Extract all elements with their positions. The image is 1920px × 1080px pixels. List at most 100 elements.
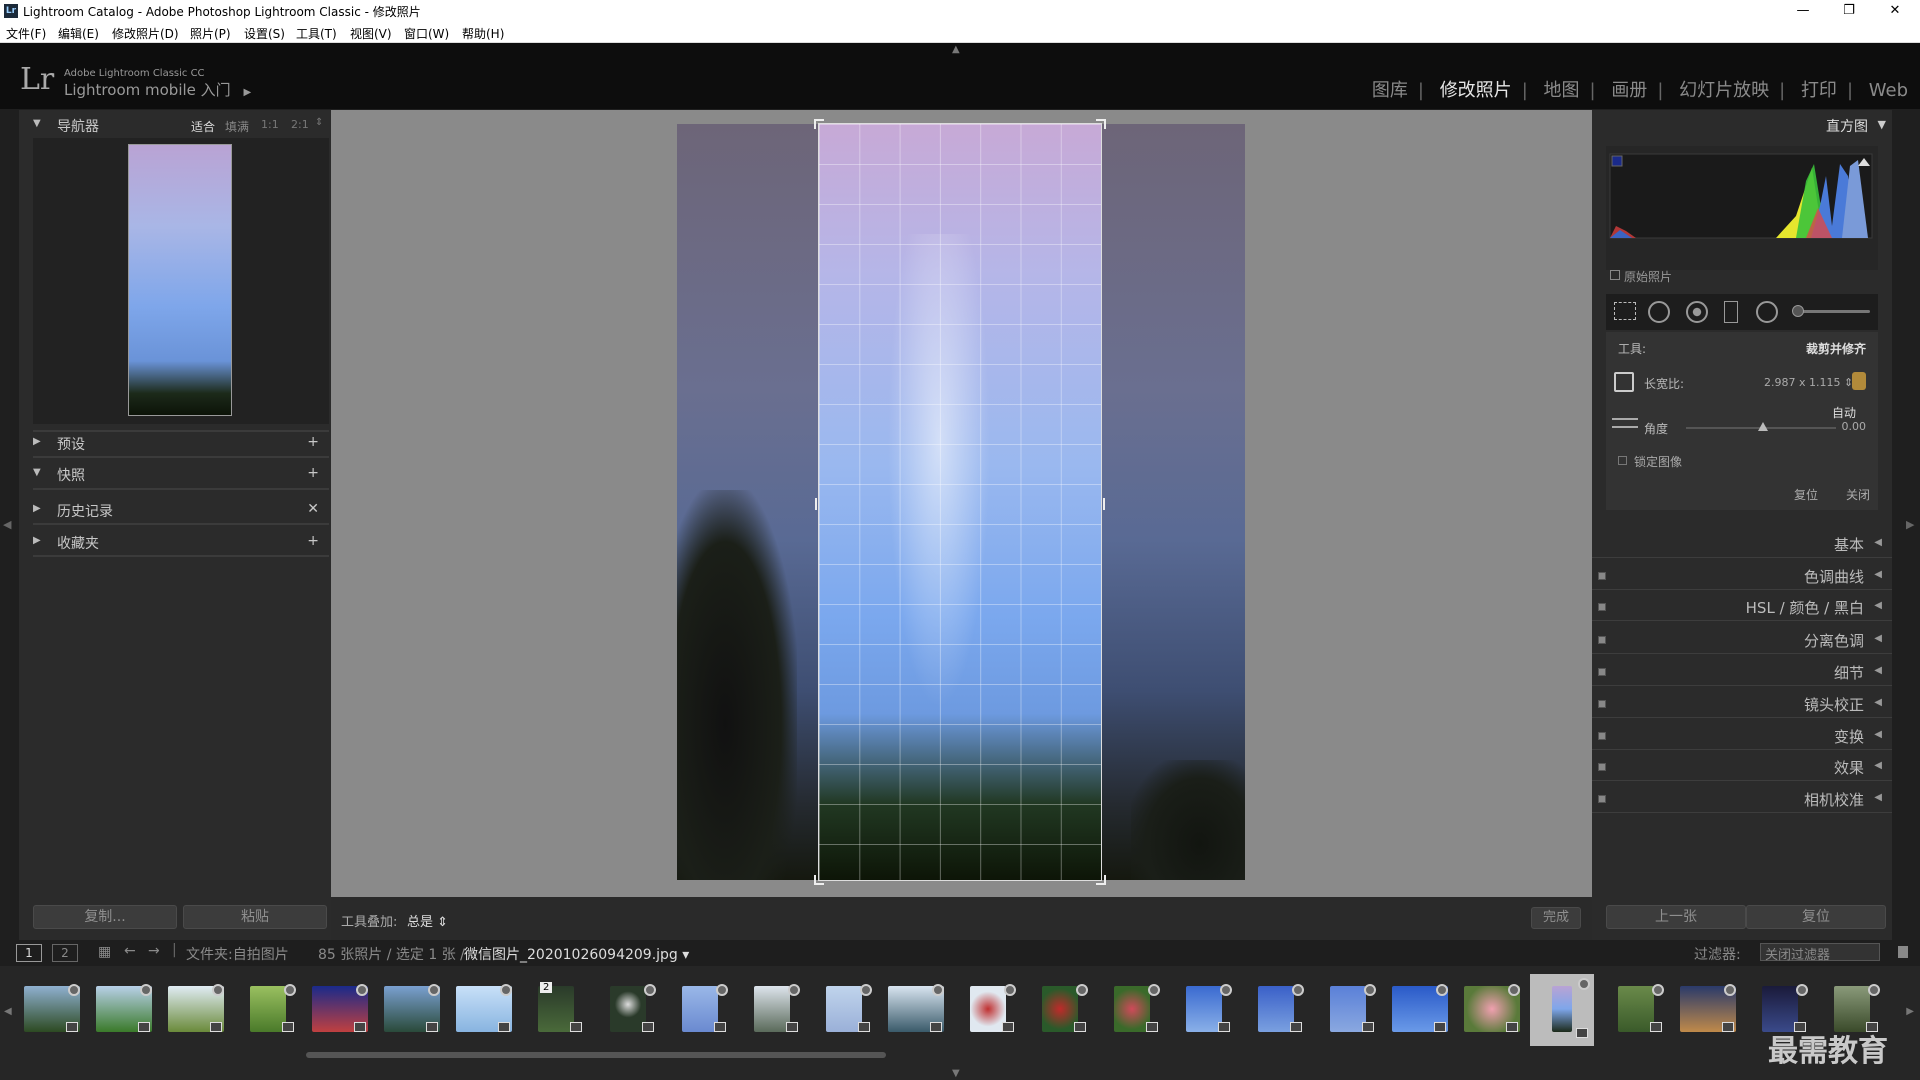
spot-removal-tool-icon[interactable] (1648, 301, 1670, 323)
close-window-button[interactable]: ✕ (1872, 0, 1918, 22)
left-panel-toggle-icon[interactable]: ◀ (3, 518, 11, 531)
menu-photo[interactable]: 照片(P) (190, 25, 231, 42)
graduated-filter-icon[interactable] (1724, 301, 1738, 323)
collections-header[interactable]: ▶ 收藏夹 + (19, 529, 331, 555)
menu-settings[interactable]: 设置(S) (244, 25, 285, 42)
secondary-window-button[interactable]: 2 (52, 944, 78, 962)
minimize-button[interactable]: — (1780, 0, 1826, 22)
menu-edit[interactable]: 编辑(E) (58, 25, 99, 42)
aspect-value-select[interactable]: 2.987 x 1.115 ⇕ (1764, 376, 1853, 389)
crop-handle-tr[interactable] (1096, 119, 1106, 129)
film-thumb[interactable] (1748, 980, 1812, 1040)
lock-image-checkbox[interactable] (1618, 456, 1627, 465)
module-print[interactable]: 打印 (1801, 80, 1837, 101)
zoom-2-1[interactable]: 2:1 (291, 118, 309, 131)
film-thumb[interactable] (740, 980, 804, 1040)
histogram[interactable] (1606, 146, 1878, 270)
film-thumb[interactable] (1388, 980, 1452, 1040)
top-panel-toggle-icon[interactable]: ▲ (952, 44, 960, 55)
folder-path[interactable]: 文件夹:自拍图片 (186, 944, 289, 964)
film-thumb[interactable] (1028, 980, 1092, 1040)
filter-lock-icon[interactable] (1898, 946, 1908, 958)
straighten-tool-icon[interactable] (1612, 418, 1638, 428)
crop-overlay-tool-icon[interactable] (1614, 302, 1636, 320)
film-thumb[interactable] (1244, 980, 1308, 1040)
section-split-toning[interactable]: 分离色调 ◀ (1592, 624, 1892, 654)
snapshots-header[interactable]: ▼ 快照 + (19, 461, 331, 487)
crop-frame-tool-icon[interactable] (1614, 372, 1634, 392)
film-thumb-stack[interactable]: 2 (524, 980, 588, 1040)
image-canvas[interactable] (331, 110, 1592, 897)
reset-all-button[interactable]: 复位 (1746, 905, 1886, 929)
section-toggle-switch[interactable] (1598, 700, 1606, 708)
section-transform[interactable]: 变换 ◀ (1592, 720, 1892, 750)
film-thumb[interactable] (236, 980, 300, 1040)
restore-button[interactable]: ❐ (1826, 0, 1872, 22)
crop-handle-br[interactable] (1096, 875, 1106, 885)
section-toggle-switch[interactable] (1598, 603, 1606, 611)
module-slideshow[interactable]: 幻灯片放映 (1679, 80, 1769, 101)
film-thumb[interactable] (20, 980, 84, 1040)
radial-filter-icon[interactable] (1756, 301, 1778, 323)
menu-window[interactable]: 窗口(W) (404, 25, 449, 42)
clear-history-icon[interactable]: ✕ (307, 501, 319, 517)
menu-file[interactable]: 文件(F) (6, 25, 46, 42)
add-snapshot-icon[interactable]: + (307, 465, 319, 481)
add-preset-icon[interactable]: + (307, 434, 319, 450)
film-thumb[interactable] (92, 980, 156, 1040)
crop-handle-bl[interactable] (814, 875, 824, 885)
section-basic[interactable]: 基本 ◀ (1592, 528, 1892, 558)
section-effects[interactable]: 效果 ◀ (1592, 751, 1892, 781)
angle-slider[interactable] (1686, 422, 1836, 431)
crop-reset-button[interactable]: 复位 (1794, 486, 1818, 503)
module-library[interactable]: 图库 (1372, 80, 1408, 101)
film-thumb-selected[interactable] (1530, 974, 1594, 1046)
film-thumb[interactable] (884, 980, 948, 1040)
section-toggle-switch[interactable] (1598, 636, 1606, 644)
right-panel-toggle-icon[interactable]: ▶ (1906, 518, 1914, 531)
histogram-collapse-icon[interactable]: ▼ (1878, 118, 1886, 131)
film-thumb[interactable] (1460, 980, 1524, 1040)
zoom-fit[interactable]: 适合 (191, 118, 215, 135)
crop-close-button[interactable]: 关闭 (1846, 486, 1870, 503)
film-thumb[interactable] (380, 980, 444, 1040)
original-photo-checkbox[interactable] (1610, 270, 1620, 280)
film-thumb[interactable] (1604, 980, 1668, 1040)
film-thumb[interactable] (1100, 980, 1164, 1040)
section-camera-calibration[interactable]: 相机校准 ◀ (1592, 783, 1892, 813)
zoom-fill[interactable]: 填满 (225, 118, 249, 135)
film-thumb[interactable] (596, 980, 660, 1040)
filmstrip-scrollbar[interactable] (306, 1052, 886, 1058)
film-thumb[interactable] (164, 980, 228, 1040)
aspect-lock-icon[interactable] (1852, 372, 1866, 390)
red-eye-tool-icon[interactable] (1686, 301, 1708, 323)
section-hsl[interactable]: HSL / 颜色 / 黑白 ◀ (1592, 591, 1892, 621)
tool-overlay-select[interactable]: 总是 ⇕ (407, 911, 448, 930)
filter-select[interactable]: 关闭过滤器 (1760, 943, 1880, 963)
section-toggle-switch[interactable] (1598, 572, 1606, 580)
film-thumb[interactable] (1172, 980, 1236, 1040)
menu-view[interactable]: 视图(V) (350, 25, 392, 42)
section-tone-curve[interactable]: 色调曲线 ◀ (1592, 560, 1892, 590)
film-thumb[interactable] (1316, 980, 1380, 1040)
film-thumb[interactable] (308, 980, 372, 1040)
auto-straighten-button[interactable]: 自动 (1832, 404, 1856, 421)
menu-help[interactable]: 帮助(H) (462, 25, 504, 42)
film-thumb[interactable] (1676, 980, 1740, 1040)
previous-button[interactable]: 上一张 (1606, 905, 1746, 929)
crop-region[interactable] (818, 123, 1102, 881)
menu-tools[interactable]: 工具(T) (296, 25, 337, 42)
copy-settings-button[interactable]: 复制... (33, 905, 177, 929)
presets-header[interactable]: ▶ 预设 + (19, 430, 331, 456)
angle-value[interactable]: 0.00 (1842, 420, 1867, 433)
navigator-header[interactable]: ▼ 导航器 适合 填满 1:1 2:1 ⇕ (19, 112, 331, 138)
back-arrow-icon[interactable]: ← (124, 943, 136, 959)
section-detail[interactable]: 细节 ◀ (1592, 656, 1892, 686)
menu-develop[interactable]: 修改照片(D) (112, 25, 179, 42)
film-thumb[interactable] (812, 980, 876, 1040)
module-book[interactable]: 画册 (1611, 80, 1647, 101)
zoom-1-1[interactable]: 1:1 (261, 118, 279, 131)
filename-select[interactable]: 微信图片_20201026094209.jpg ▾ (464, 944, 689, 964)
navigator-preview[interactable] (33, 138, 329, 424)
section-toggle-switch[interactable] (1598, 763, 1606, 771)
